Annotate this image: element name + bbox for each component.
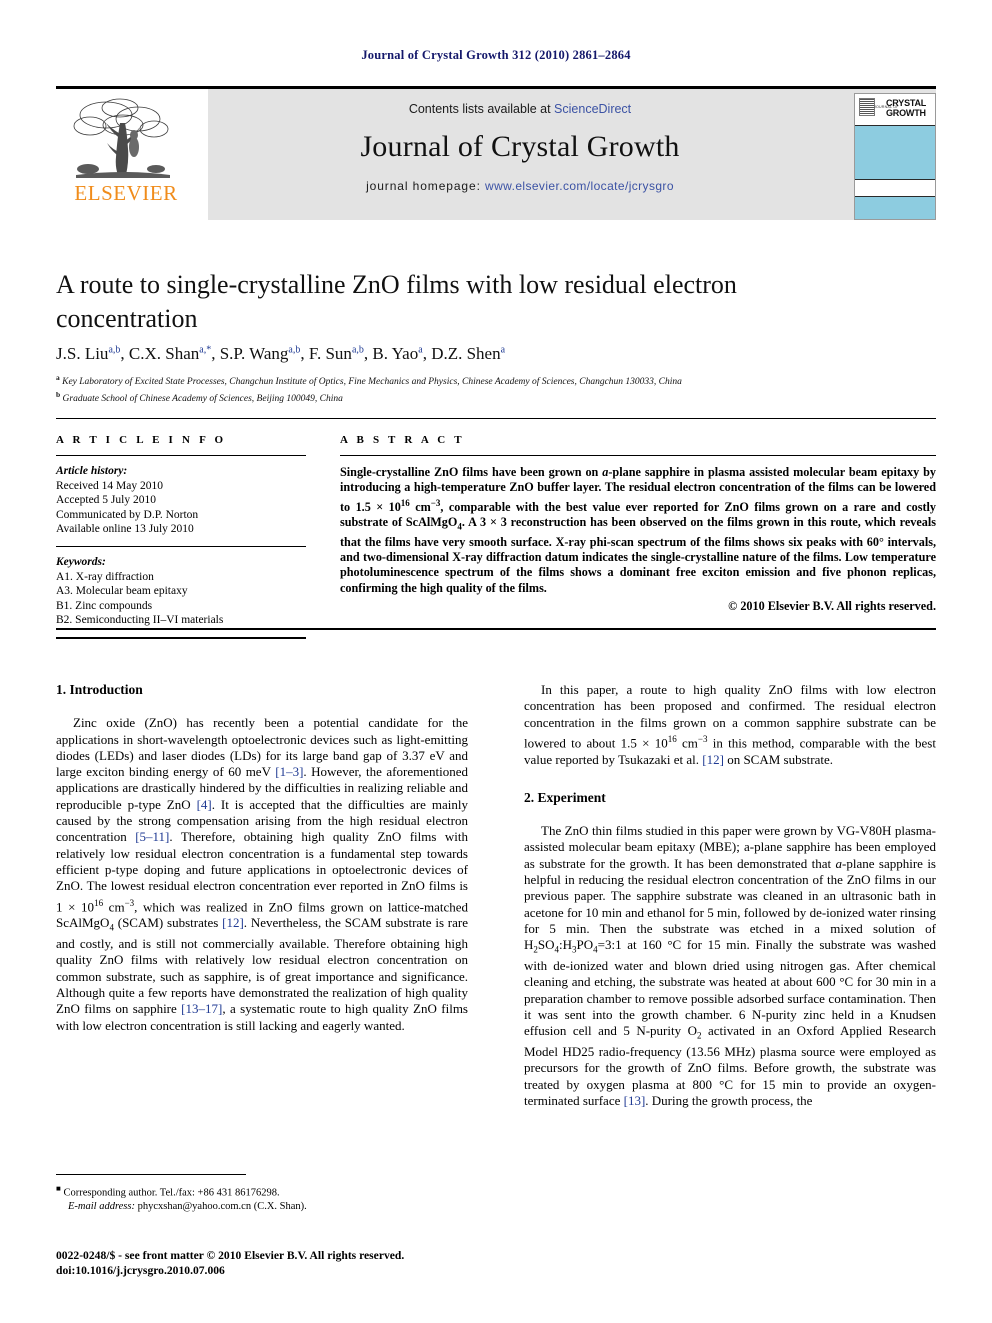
- keywords-top-rule: [56, 545, 306, 547]
- corresponding-author-note: ■ Corresponding author. Tel./fax: +86 43…: [56, 1182, 468, 1200]
- email-address[interactable]: phycxshan@yahoo.com.cn (C.X. Shan).: [138, 1201, 307, 1212]
- abstract-heading: A B S T R A C T: [340, 434, 465, 446]
- citation-link[interactable]: [1–3]: [275, 764, 303, 779]
- citation-link[interactable]: [13–17]: [181, 1001, 222, 1016]
- journal-masthead: ELSEVIER Contents lists available at Sci…: [56, 86, 936, 220]
- cover-image-band-top: [855, 126, 935, 180]
- affiliation-a: a Key Laboratory of Excited State Proces…: [56, 373, 682, 388]
- cover-image-band-bottom: [855, 197, 935, 219]
- citation-link[interactable]: [13]: [624, 1093, 646, 1108]
- history-item: Communicated by D.P. Norton: [56, 508, 199, 521]
- article-page: Journal of Crystal Growth 312 (2010) 286…: [0, 0, 992, 1323]
- info-band-top-rule: [56, 418, 936, 419]
- abstract-copyright: © 2010 Elsevier B.V. All rights reserved…: [728, 598, 936, 613]
- keywords-block: Keywords: A1. X-ray diffraction A3. Mole…: [56, 555, 306, 628]
- asterisk-icon: ■: [56, 1184, 61, 1193]
- footnote-block: ■ Corresponding author. Tel./fax: +86 43…: [56, 1182, 468, 1213]
- info-band-bottom-rule: [56, 628, 936, 630]
- cover-title: CRYSTAL GROWTH: [886, 98, 926, 118]
- introduction-heading: 1. Introduction: [56, 682, 143, 697]
- author-list: J.S. Liua,b, C.X. Shana,*, S.P. Wanga,b,…: [56, 344, 506, 363]
- issn-block: 0022-0248/$ - see front matter © 2010 El…: [56, 1249, 486, 1278]
- issn-line: 0022-0248/$ - see front matter © 2010 El…: [56, 1249, 405, 1262]
- corresponding-author-text: Corresponding author. Tel./fax: +86 431 …: [63, 1187, 280, 1199]
- email-label: E-mail address:: [68, 1200, 135, 1212]
- page-title: A route to single-crystalline ZnO films …: [56, 270, 737, 333]
- journal-homepage-line: journal homepage: www.elsevier.com/locat…: [208, 179, 832, 193]
- affiliation-b-text: Graduate School of Chinese Academy of Sc…: [62, 393, 343, 404]
- experiment-heading: 2. Experiment: [524, 789, 606, 805]
- homepage-link[interactable]: www.elsevier.com/locate/jcrysgro: [485, 179, 674, 193]
- keyword-item: B2. Semiconducting II–VI materials: [56, 614, 224, 627]
- article-history-label: Article history:: [56, 465, 128, 477]
- contents-prefix: Contents lists available at: [408, 102, 555, 116]
- body-column-left: 1. Introduction Zinc oxide (ZnO) has rec…: [56, 682, 468, 1034]
- citation-link[interactable]: [5–11]: [135, 829, 169, 844]
- experiment-paragraph-1: The ZnO thin films studied in this paper…: [524, 823, 936, 1109]
- affiliation-a-text: Key Laboratory of Excited State Processe…: [62, 377, 682, 388]
- cover-header: JOURNAL OF CRYSTAL GROWTH: [855, 94, 935, 126]
- abstract-block: A B S T R A C T Single-crystalline ZnO f…: [340, 434, 936, 614]
- keywords-bottom-rule: [56, 636, 306, 639]
- keyword-item: A3. Molecular beam epitaxy: [56, 585, 188, 598]
- history-item: Available online 13 July 2010: [56, 523, 194, 536]
- history-item: Received 14 May 2010: [56, 479, 163, 492]
- affiliations: a Key Laboratory of Excited State Proces…: [56, 372, 936, 405]
- email-note: E-mail address: phycxshan@yahoo.com.cn (…: [56, 1200, 468, 1213]
- masthead-center: Contents lists available at ScienceDirec…: [208, 89, 832, 220]
- citation-link[interactable]: [12]: [702, 752, 724, 767]
- keywords-label: Keywords:: [56, 555, 106, 568]
- abstract-text: Single-crystalline ZnO films have been g…: [340, 465, 936, 595]
- article-info-block: A R T I C L E I N F O Article history: R…: [56, 434, 306, 639]
- cover-mini-logo-icon: [859, 98, 875, 116]
- homepage-prefix: journal homepage:: [366, 179, 486, 193]
- affiliation-b: b Graduate School of Chinese Academy of …: [56, 389, 343, 404]
- citation-link[interactable]: [4]: [197, 797, 212, 812]
- journal-cover-area: JOURNAL OF CRYSTAL GROWTH: [832, 89, 936, 220]
- abstract-rule: [340, 455, 936, 456]
- body-column-right: In this paper, a route to high quality Z…: [524, 682, 936, 1109]
- cover-white-band: [855, 180, 935, 197]
- sciencedirect-link[interactable]: ScienceDirect: [554, 102, 631, 116]
- running-head: Journal of Crystal Growth 312 (2010) 286…: [361, 48, 631, 62]
- keyword-item: A1. X-ray diffraction: [56, 570, 154, 583]
- elsevier-tree-icon: [73, 98, 170, 178]
- journal-cover-thumbnail[interactable]: JOURNAL OF CRYSTAL GROWTH: [854, 93, 936, 220]
- keyword-item: B1. Zinc compounds: [56, 599, 153, 612]
- article-history: Article history: Received 14 May 2010 Ac…: [56, 464, 306, 537]
- intro-paragraph-1: Zinc oxide (ZnO) has recently been a pot…: [56, 715, 469, 1033]
- doi-line[interactable]: doi:10.1016/j.jcrysgro.2010.07.006: [56, 1264, 486, 1279]
- intro-paragraph-2: In this paper, a route to high quality Z…: [524, 682, 936, 767]
- journal-title: Journal of Crystal Growth: [360, 130, 680, 163]
- history-item: Accepted 5 July 2010: [56, 494, 156, 507]
- contents-available-line: Contents lists available at ScienceDirec…: [208, 102, 832, 116]
- footnote-rule: [56, 1174, 246, 1175]
- article-info-heading: A R T I C L E I N F O: [56, 434, 227, 446]
- citation-link[interactable]: [12]: [222, 915, 244, 930]
- elsevier-logo: ELSEVIER: [56, 89, 208, 220]
- elsevier-wordmark: ELSEVIER: [74, 181, 178, 205]
- article-info-rule: [56, 455, 306, 456]
